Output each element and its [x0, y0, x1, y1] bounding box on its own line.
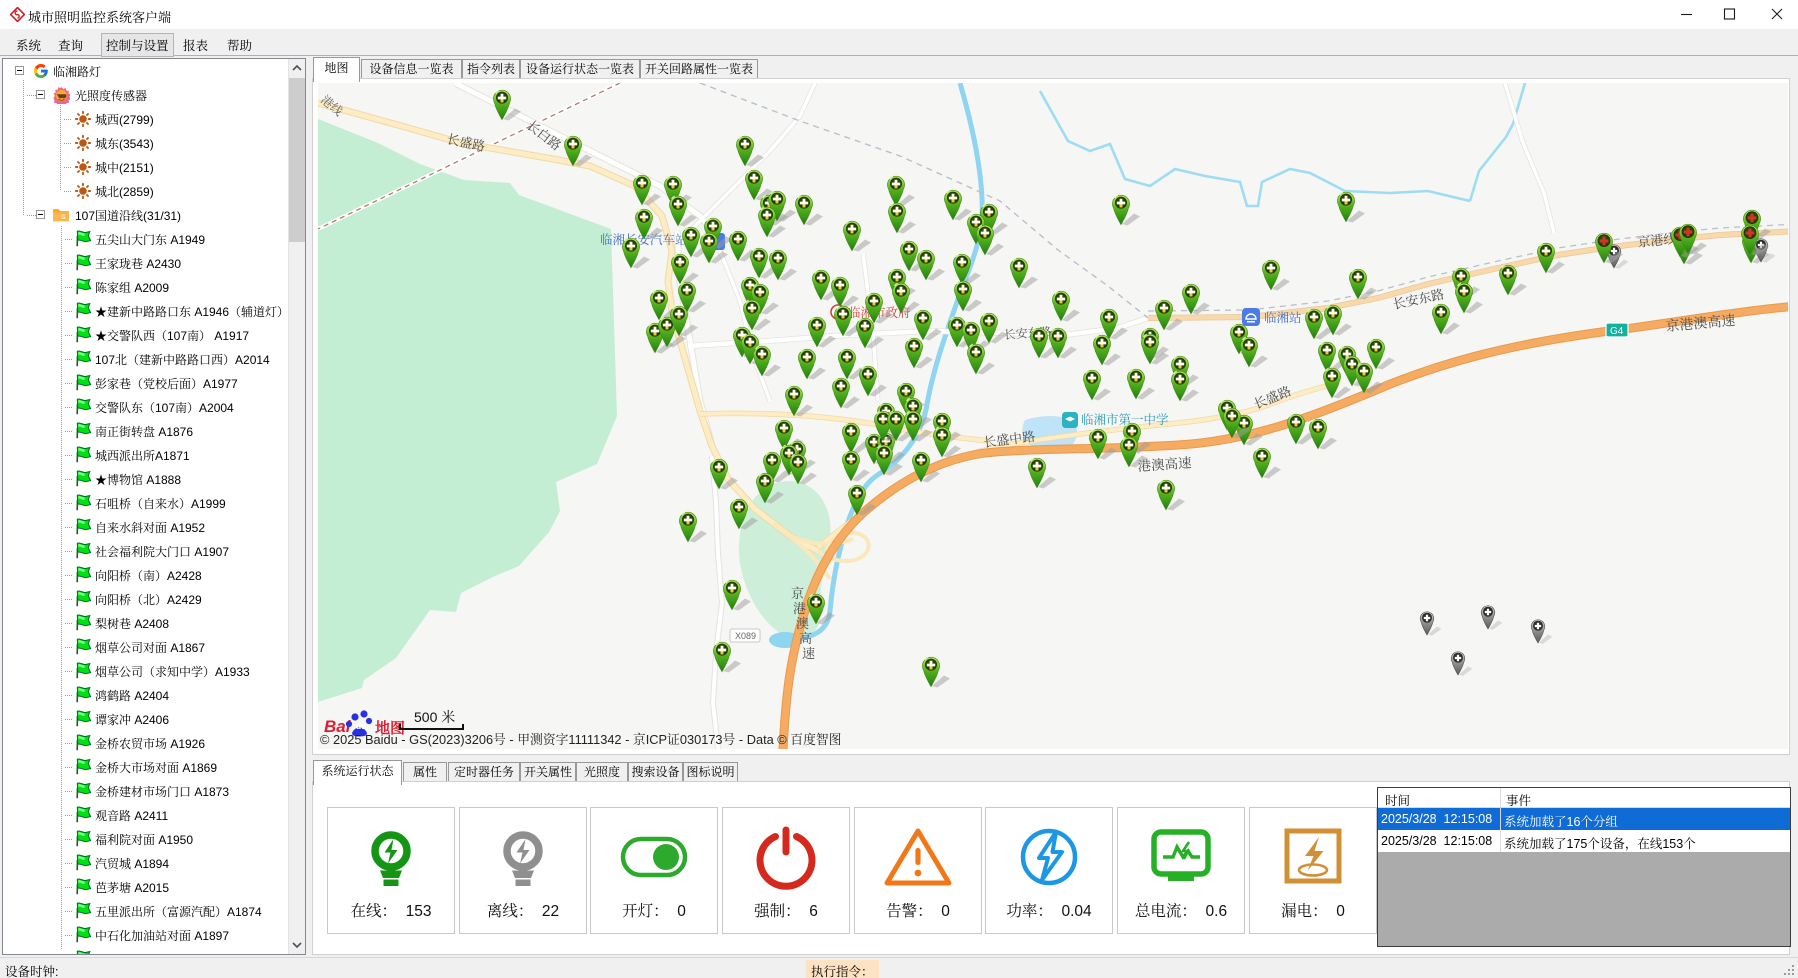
svg-text:高: 高 — [799, 631, 812, 646]
svg-text:临湘站: 临湘站 — [1264, 310, 1302, 325]
svg-text:© 2025 Baidu - GS(2023)3206号 -: © 2025 Baidu - GS(2023)3206号 - 甲测资字11111… — [320, 732, 841, 747]
svg-text:X089: X089 — [735, 631, 756, 641]
svg-text:港: 港 — [793, 601, 806, 616]
svg-text:临湘市第一中学: 临湘市第一中学 — [1081, 412, 1169, 427]
svg-text:du: du — [356, 721, 366, 731]
svg-text:澳: 澳 — [796, 616, 809, 631]
svg-text:G4: G4 — [1610, 326, 1624, 337]
svg-text:京: 京 — [791, 586, 804, 601]
svg-text:速: 速 — [802, 646, 815, 661]
svg-text:500 米: 500 米 — [414, 709, 455, 725]
